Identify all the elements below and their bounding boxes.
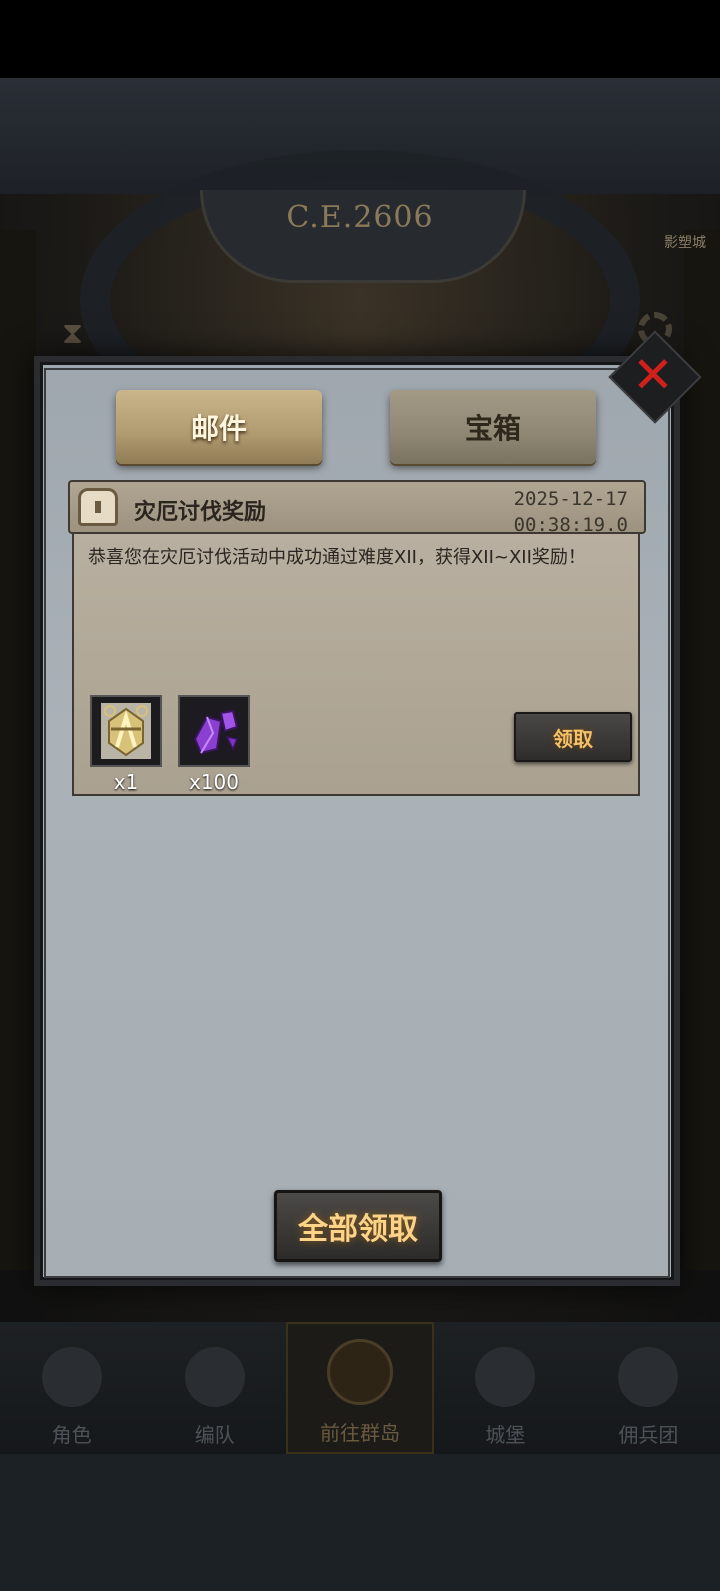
reward-quantity: x1 [113, 770, 139, 794]
nav-label: 佣兵团 [618, 1423, 679, 1447]
claim-all-button-label: 全部领取 [298, 1212, 418, 1247]
purple-crystal-icon [187, 703, 241, 759]
left-panel-edge [0, 230, 36, 1270]
mail-timestamp: 2025-12-17 00:38:19.0 [514, 486, 628, 538]
status-bar [0, 0, 720, 78]
hourglass-icon: ⧗ [62, 316, 84, 351]
nav-item-castle[interactable]: 城堡 [434, 1322, 577, 1454]
nav-item-islands[interactable]: 前往群岛 [286, 1322, 434, 1454]
nav-label: 城堡 [485, 1423, 526, 1447]
nav-label: 前往群岛 [320, 1421, 400, 1445]
team-icon [184, 1347, 245, 1407]
bottom-area [0, 1454, 720, 1591]
tab-chest[interactable]: 宝箱 [390, 390, 596, 464]
reward-item-emblem[interactable] [90, 695, 162, 767]
nav-item-formation[interactable]: 编队 [143, 1322, 286, 1454]
tab-chest-label: 宝箱 [464, 412, 521, 445]
mail-date: 2025-12-17 [513, 488, 628, 510]
castle-icon [475, 1347, 536, 1407]
golden-emblem-icon [101, 703, 151, 759]
bottom-nav: 角色 编队 前往群岛 城堡 佣兵团 [0, 1322, 720, 1454]
mail-title: 灾厄讨伐奖励 [134, 500, 267, 525]
knight-helmet-icon [41, 1347, 102, 1407]
mercenary-icon [618, 1347, 679, 1407]
nav-item-mercenary[interactable]: 佣兵团 [577, 1322, 720, 1454]
compass-icon [327, 1339, 393, 1405]
reward-item-crystal[interactable] [178, 695, 250, 767]
claim-all-button[interactable]: 全部领取 [274, 1190, 442, 1262]
claim-button-label: 领取 [553, 726, 593, 751]
reward-quantity: x100 [188, 770, 239, 794]
era-label: C.E.2606 [286, 200, 434, 235]
nav-item-character[interactable]: 角色 [0, 1322, 143, 1454]
tab-mail[interactable]: 邮件 [116, 390, 322, 464]
treasure-chest-icon [78, 488, 118, 526]
mail-message: 恭喜您在灾厄讨伐活动中成功通过难度XII，获得XII~XII奖励！ [88, 547, 586, 568]
nav-label: 编队 [194, 1423, 235, 1447]
close-icon[interactable]: ✕ [620, 340, 686, 410]
nav-label: 角色 [51, 1423, 92, 1447]
side-location-label: 影塑城 [664, 235, 706, 251]
tab-mail-label: 邮件 [190, 412, 247, 445]
claim-button[interactable]: 领取 [514, 712, 632, 762]
